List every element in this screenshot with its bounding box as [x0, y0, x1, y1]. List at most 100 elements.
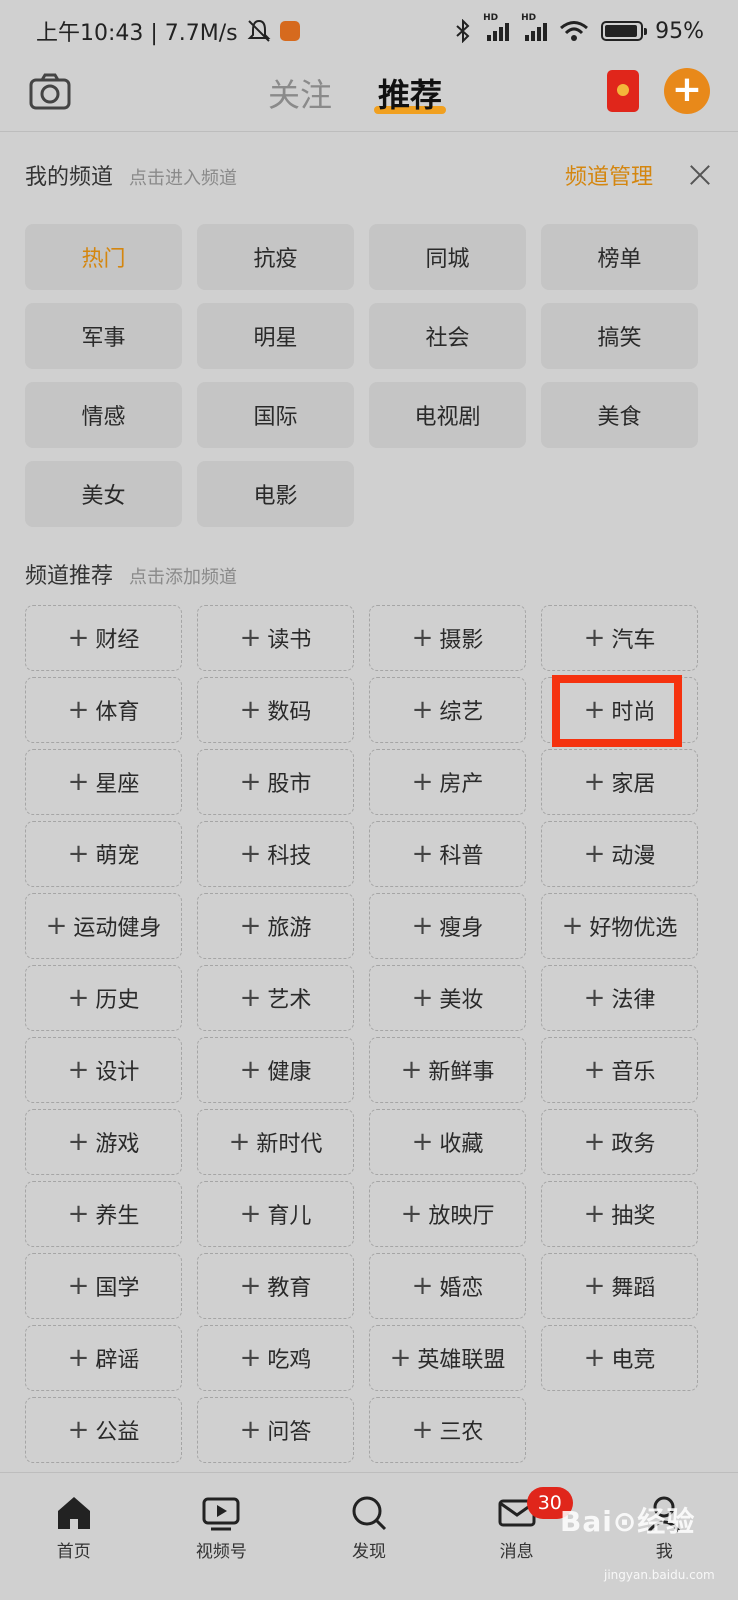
my-channel-chip[interactable]: 抗疫 [197, 224, 354, 290]
nav-profile-label: 我 [655, 1542, 673, 1562]
tab-recommend[interactable]: 推荐 [374, 70, 447, 116]
nav-home[interactable]: 首页 [0, 1473, 148, 1600]
recommended-channel-chip[interactable]: + 游戏 [25, 1109, 182, 1175]
camera-icon[interactable] [28, 70, 72, 114]
my-channel-chip[interactable]: 榜单 [541, 224, 698, 290]
my-channel-chip[interactable]: 国际 [197, 382, 354, 448]
recommended-channel-label: 舞蹈 [611, 1276, 656, 1301]
recommended-channel-chip[interactable]: + 抽奖 [541, 1181, 698, 1247]
recommended-channel-chip[interactable]: + 旅游 [197, 893, 354, 959]
my-channel-chip[interactable]: 热门 [25, 224, 182, 290]
recommended-channel-chip[interactable]: + 辟谣 [25, 1325, 182, 1391]
recommended-channel-chip[interactable]: + 公益 [25, 1397, 182, 1463]
plus-icon: + [239, 911, 262, 941]
my-channel-chip[interactable]: 电影 [197, 461, 354, 527]
my-channel-chip[interactable]: 搞笑 [541, 303, 698, 369]
plus-icon: + [411, 1271, 434, 1301]
recommended-channel-chip[interactable]: + 科技 [197, 821, 354, 887]
plus-icon: + [67, 1127, 90, 1157]
recommended-channel-chip[interactable]: + 股市 [197, 749, 354, 815]
nav-discover[interactable]: 发现 [295, 1473, 443, 1600]
nav-home-label: 首页 [56, 1542, 91, 1562]
recommended-channel-chip[interactable]: + 设计 [25, 1037, 182, 1103]
recommended-channel-chip[interactable]: + 英雄联盟 [369, 1325, 526, 1391]
recommended-channel-chip[interactable]: + 育儿 [197, 1181, 354, 1247]
my-channel-chip[interactable]: 美食 [541, 382, 698, 448]
tab-follow[interactable]: 关注 [268, 70, 332, 116]
recommended-channel-chip[interactable]: + 摄影 [369, 605, 526, 671]
recommended-channel-label: 汽车 [611, 628, 656, 653]
recommended-channel-chip[interactable]: + 财经 [25, 605, 182, 671]
recommended-channel-chip[interactable]: + 电竞 [541, 1325, 698, 1391]
signal-icon: HD [483, 13, 510, 41]
recommended-channel-chip[interactable]: + 读书 [197, 605, 354, 671]
recommended-channel-chip[interactable]: + 舞蹈 [541, 1253, 698, 1319]
recommended-channel-label: 音乐 [611, 1060, 656, 1085]
recommended-channel-chip[interactable]: + 婚恋 [369, 1253, 526, 1319]
recommended-channel-chip[interactable]: + 新时代 [197, 1109, 354, 1175]
recommended-channel-chip[interactable]: + 法律 [541, 965, 698, 1031]
channel-manage-button[interactable]: 频道管理 [565, 159, 653, 191]
my-channel-chip[interactable]: 电视剧 [369, 382, 526, 448]
recommended-channel-chip[interactable]: + 科普 [369, 821, 526, 887]
mute-bell-icon [247, 19, 271, 42]
recommended-channel-chip[interactable]: + 运动健身 [25, 893, 182, 959]
recommended-channel-label: 好物优选 [589, 916, 678, 941]
plus-icon: + [239, 1271, 262, 1301]
recommended-channel-chip[interactable]: + 汽车 [541, 605, 698, 671]
my-channel-chip[interactable]: 军事 [25, 303, 182, 369]
recommended-channel-chip[interactable]: + 养生 [25, 1181, 182, 1247]
my-channel-chip[interactable]: 同城 [369, 224, 526, 290]
recommended-channel-chip[interactable]: + 艺术 [197, 965, 354, 1031]
recommended-channel-label: 法律 [611, 988, 656, 1013]
plus-icon: + [561, 911, 584, 941]
status-bar: 上午10:43 | 7.7M/s HD HD 95% [0, 0, 738, 62]
recommended-channel-chip[interactable]: + 星座 [25, 749, 182, 815]
recommended-channel-label: 育儿 [267, 1204, 312, 1229]
recommended-channel-chip[interactable]: + 好物优选 [541, 893, 698, 959]
recommended-channel-chip[interactable]: + 政务 [541, 1109, 698, 1175]
recommended-channel-chip[interactable]: + 家居 [541, 749, 698, 815]
recommended-channel-chip[interactable]: + 吃鸡 [197, 1325, 354, 1391]
recommended-channel-chip[interactable]: + 动漫 [541, 821, 698, 887]
recommended-channel-chip[interactable]: + 问答 [197, 1397, 354, 1463]
recommended-channel-label: 运动健身 [73, 916, 162, 941]
my-channel-chip[interactable]: 情感 [25, 382, 182, 448]
recommended-channel-chip[interactable]: + 教育 [197, 1253, 354, 1319]
plus-icon: + [583, 839, 606, 869]
recommended-channel-chip[interactable]: + 历史 [25, 965, 182, 1031]
recommended-channel-chip[interactable]: + 时尚 [541, 677, 698, 743]
recommended-channel-chip[interactable]: + 美妆 [369, 965, 526, 1031]
plus-icon: + [411, 623, 434, 653]
recommended-channel-label: 股市 [267, 772, 312, 797]
recommended-channel-chip[interactable]: + 放映厅 [369, 1181, 526, 1247]
recommended-channel-chip[interactable]: + 新鲜事 [369, 1037, 526, 1103]
nav-messages-label: 消息 [499, 1542, 534, 1562]
plus-icon: + [239, 1343, 262, 1373]
recommended-channel-chip[interactable]: + 三农 [369, 1397, 526, 1463]
my-channel-chip[interactable]: 社会 [369, 303, 526, 369]
status-time: 上午10:43 | 7.7M/s [36, 21, 238, 46]
close-icon[interactable] [687, 162, 713, 188]
recommended-channel-label: 综艺 [439, 700, 484, 725]
recommended-channel-chip[interactable]: + 健康 [197, 1037, 354, 1103]
recommended-channel-chip[interactable]: + 瘦身 [369, 893, 526, 959]
recommended-channel-chip[interactable]: + 综艺 [369, 677, 526, 743]
plus-icon: + [400, 1199, 423, 1229]
nav-video[interactable]: 视频号 [148, 1473, 296, 1600]
recommended-channel-chip[interactable]: + 萌宠 [25, 821, 182, 887]
recommended-channel-label: 科普 [439, 844, 484, 869]
recommended-channel-chip[interactable]: + 数码 [197, 677, 354, 743]
my-channel-chip[interactable]: 美女 [25, 461, 182, 527]
recommended-channel-chip[interactable]: + 国学 [25, 1253, 182, 1319]
red-packet-icon[interactable] [607, 70, 639, 112]
my-channels-grid: 热门 抗疫 同城 榜单军事 明星 社会 搞笑情感 国际 电视剧 美食美女 电影 [25, 224, 698, 527]
recommended-channel-chip[interactable]: + 音乐 [541, 1037, 698, 1103]
recommended-channel-chip[interactable]: + 收藏 [369, 1109, 526, 1175]
recommended-channel-chip[interactable]: + 体育 [25, 677, 182, 743]
publish-plus-button[interactable]: + [664, 68, 710, 114]
plus-icon: + [389, 1343, 412, 1373]
recommended-channel-chip[interactable]: + 房产 [369, 749, 526, 815]
plus-icon: + [67, 767, 90, 797]
my-channel-chip[interactable]: 明星 [197, 303, 354, 369]
